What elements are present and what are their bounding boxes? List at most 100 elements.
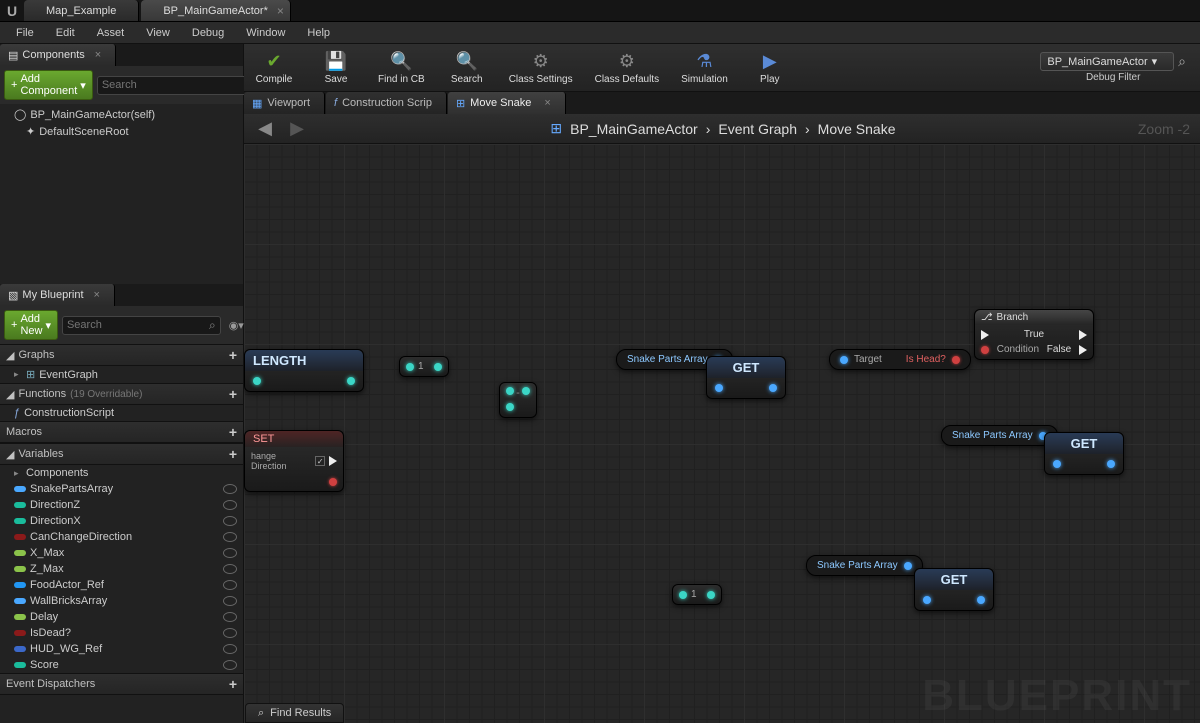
add-component-button[interactable]: + Add Component ▾: [4, 70, 93, 100]
eye-icon[interactable]: [223, 484, 237, 494]
debug-filter-select[interactable]: BP_MainGameActor▾: [1040, 52, 1174, 71]
tab-construction-script[interactable]: fConstruction Scrip: [326, 92, 447, 114]
menu-edit[interactable]: Edit: [46, 25, 85, 41]
add-new-button[interactable]: + Add New ▾: [4, 310, 58, 340]
pin-out[interactable]: [434, 363, 442, 371]
eye-icon[interactable]: [223, 564, 237, 574]
node-var-snakeparts[interactable]: Snake Parts Array: [941, 425, 1058, 446]
blueprint-graph[interactable]: LENGTH 1 - SET hange Direction ✓: [244, 144, 1200, 723]
node-set[interactable]: SET hange Direction ✓: [244, 430, 344, 492]
menu-help[interactable]: Help: [297, 25, 340, 41]
pin-out[interactable]: [1107, 460, 1115, 468]
pin-condition[interactable]: [981, 346, 989, 354]
variable-item[interactable]: SnakePartsArray: [0, 481, 243, 497]
variable-sub-components[interactable]: ▸ Components: [0, 465, 243, 481]
node-length[interactable]: LENGTH: [244, 349, 364, 392]
pin-out[interactable]: [329, 478, 337, 486]
node-get[interactable]: GET: [914, 568, 994, 611]
crumb-function[interactable]: Move Snake: [818, 121, 896, 137]
component-item-actor[interactable]: ◯ BP_MainGameActor(self): [0, 106, 243, 123]
pin-out[interactable]: [522, 387, 530, 395]
eye-icon[interactable]: [223, 500, 237, 510]
node-ishead[interactable]: Target Is Head?: [829, 349, 971, 370]
nav-forward-button[interactable]: ▶: [286, 118, 308, 140]
find-results-tab[interactable]: ⌕ Find Results: [245, 703, 344, 723]
variable-item[interactable]: DirectionX: [0, 513, 243, 529]
function-item-construction[interactable]: ƒ ConstructionScript: [0, 405, 243, 421]
search-input[interactable]: [67, 319, 209, 331]
pin-out[interactable]: [977, 596, 985, 604]
pin-in[interactable]: [1053, 460, 1061, 468]
close-icon[interactable]: ×: [95, 49, 101, 61]
eye-icon[interactable]: [223, 532, 237, 542]
classdefaults-button[interactable]: ⚙Class Defaults: [591, 49, 663, 87]
node-minus[interactable]: -: [499, 382, 537, 418]
node-var-snakeparts[interactable]: Snake Parts Array: [806, 555, 923, 576]
section-graphs[interactable]: ◢Graphs +: [0, 344, 243, 366]
add-button[interactable]: +: [229, 424, 237, 440]
node-subtract[interactable]: 1: [672, 584, 722, 605]
close-icon[interactable]: ×: [544, 97, 550, 109]
variable-item[interactable]: HUD_WG_Ref: [0, 641, 243, 657]
eye-icon[interactable]: [223, 628, 237, 638]
eye-icon[interactable]: [223, 660, 237, 670]
section-macros[interactable]: Macros +: [0, 421, 243, 443]
pin-out[interactable]: [707, 591, 715, 599]
compile-button[interactable]: ✔Compile: [250, 49, 298, 87]
myblueprint-search[interactable]: ⌕: [62, 316, 221, 335]
pin-out[interactable]: [769, 384, 777, 392]
section-event-dispatchers[interactable]: Event Dispatchers +: [0, 673, 243, 695]
simulation-button[interactable]: ⚗Simulation: [677, 49, 732, 87]
eye-icon[interactable]: [223, 580, 237, 590]
pin-out[interactable]: [347, 377, 355, 385]
pin-in[interactable]: [253, 377, 261, 385]
add-button[interactable]: +: [229, 386, 237, 402]
menu-window[interactable]: Window: [236, 25, 295, 41]
pin-exec-true[interactable]: [1079, 330, 1087, 340]
graph-item-eventgraph[interactable]: ▸ ⊞ EventGraph: [0, 366, 243, 383]
add-button[interactable]: +: [229, 446, 237, 462]
checkbox[interactable]: ✓: [315, 456, 325, 466]
crumb-graph[interactable]: Event Graph: [718, 121, 797, 137]
panel-tab-components[interactable]: ▤ Components ×: [0, 44, 116, 66]
node-get[interactable]: GET: [1044, 432, 1124, 475]
menu-file[interactable]: File: [6, 25, 44, 41]
pin-exec-in[interactable]: [981, 330, 989, 340]
tab-move-snake[interactable]: ⊞Move Snake×: [448, 92, 566, 114]
section-variables[interactable]: ◢Variables +: [0, 443, 243, 465]
pin-in[interactable]: [715, 384, 723, 392]
pin-in[interactable]: [506, 403, 514, 411]
close-icon[interactable]: ×: [94, 289, 100, 301]
save-button[interactable]: 💾Save: [312, 49, 360, 87]
pin-in[interactable]: [406, 363, 414, 371]
search-button[interactable]: 🔍Search: [443, 49, 491, 87]
variable-item[interactable]: IsDead?: [0, 625, 243, 641]
pin-in[interactable]: [506, 387, 514, 395]
nav-back-button[interactable]: ◀: [254, 118, 276, 140]
component-item-sceneroot[interactable]: ✦ DefaultSceneRoot: [0, 123, 243, 140]
play-button[interactable]: ▶Play: [746, 49, 794, 87]
node-subtract[interactable]: 1: [399, 356, 449, 377]
pin-out[interactable]: [904, 562, 912, 570]
variable-item[interactable]: CanChangeDirection: [0, 529, 243, 545]
doc-tab-map[interactable]: Map_Example: [24, 0, 139, 21]
pin-in[interactable]: [840, 356, 848, 364]
node-get[interactable]: GET: [706, 356, 786, 399]
doc-tab-blueprint[interactable]: BP_MainGameActor* ×: [141, 0, 291, 21]
tab-viewport[interactable]: ▦Viewport: [244, 92, 325, 114]
section-functions[interactable]: ◢Functions (19 Overridable) +: [0, 383, 243, 405]
menu-debug[interactable]: Debug: [182, 25, 234, 41]
variable-item[interactable]: WallBricksArray: [0, 593, 243, 609]
eye-icon[interactable]: [223, 548, 237, 558]
components-search[interactable]: ⌕: [97, 76, 256, 95]
pin-exec-false[interactable]: [1079, 345, 1087, 355]
variable-item[interactable]: FoodActor_Ref: [0, 577, 243, 593]
add-button[interactable]: +: [229, 676, 237, 692]
variable-item[interactable]: Z_Max: [0, 561, 243, 577]
variable-item[interactable]: Score: [0, 657, 243, 673]
crumb-root[interactable]: BP_MainGameActor: [570, 121, 698, 137]
eye-icon[interactable]: [223, 612, 237, 622]
search-icon[interactable]: ⌕: [1178, 53, 1186, 70]
menu-asset[interactable]: Asset: [87, 25, 135, 41]
eye-icon[interactable]: [223, 644, 237, 654]
